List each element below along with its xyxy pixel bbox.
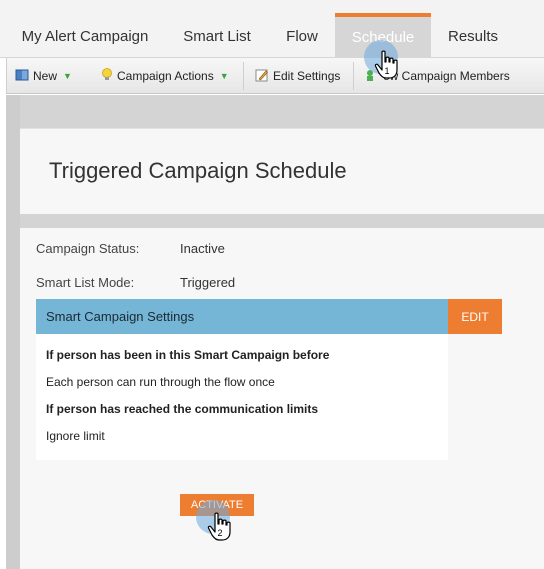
hand-cursor-icon: 2 xyxy=(207,512,233,542)
campaign-status-value: Inactive xyxy=(180,241,225,256)
chevron-down-icon: ▼ xyxy=(219,71,229,81)
campaign-actions-label: Campaign Actions xyxy=(117,69,214,83)
new-label: New xyxy=(33,69,58,83)
campaign-status-label: Campaign Status: xyxy=(36,241,140,256)
settings-row-heading: If person has reached the communication … xyxy=(46,402,319,416)
smart-campaign-settings-header: Smart Campaign Settings xyxy=(36,299,448,334)
tab-label: My Alert Campaign xyxy=(21,27,149,45)
smart-list-mode-value: Triggered xyxy=(180,275,236,290)
chevron-down-icon: ▼ xyxy=(63,71,72,81)
toolbar-divider xyxy=(243,62,244,90)
tab-smart-list[interactable]: Smart List xyxy=(168,14,266,58)
settings-row-heading: If person has been in this Smart Campaig… xyxy=(46,348,330,362)
tab-label: Results xyxy=(447,27,499,45)
edit-settings-label: Edit Settings xyxy=(273,69,341,83)
callout-number: 2 xyxy=(217,528,222,538)
edit-button[interactable]: EDIT xyxy=(448,299,502,334)
hand-cursor-icon: 1 xyxy=(374,50,400,80)
tab-label: Smart List xyxy=(183,27,251,45)
tab-label: Flow xyxy=(286,27,318,45)
page-title: Triggered Campaign Schedule xyxy=(49,158,347,183)
tab-my-alert-campaign[interactable]: My Alert Campaign xyxy=(10,14,160,58)
new-menu-button[interactable]: New ▼ xyxy=(15,58,72,94)
tab-bar: My Alert Campaign Smart List Flow Schedu… xyxy=(0,0,544,58)
settings-header-label: Smart Campaign Settings xyxy=(46,309,195,324)
new-campaign-icon xyxy=(15,68,29,85)
settings-row-value: Ignore limit xyxy=(46,429,105,443)
edit-label: EDIT xyxy=(461,309,489,324)
toolbar: New ▼ Campaign Actions ▼ Edit Settings e… xyxy=(6,58,544,94)
callout-number: 1 xyxy=(384,66,389,76)
lightbulb-icon xyxy=(101,67,113,85)
edit-settings-icon xyxy=(255,68,269,85)
edit-settings-button[interactable]: Edit Settings xyxy=(255,58,340,94)
toolbar-divider xyxy=(353,62,354,90)
campaign-actions-button[interactable]: Campaign Actions ▼ xyxy=(101,58,229,94)
left-rail xyxy=(6,95,20,569)
smart-list-mode-label: Smart List Mode: xyxy=(36,275,135,290)
view-members-label: ew Campaign Members xyxy=(383,69,510,83)
tab-flow[interactable]: Flow xyxy=(272,14,332,58)
settings-row-value: Each person can run through the flow onc… xyxy=(46,375,275,389)
tab-results[interactable]: Results xyxy=(436,14,510,58)
